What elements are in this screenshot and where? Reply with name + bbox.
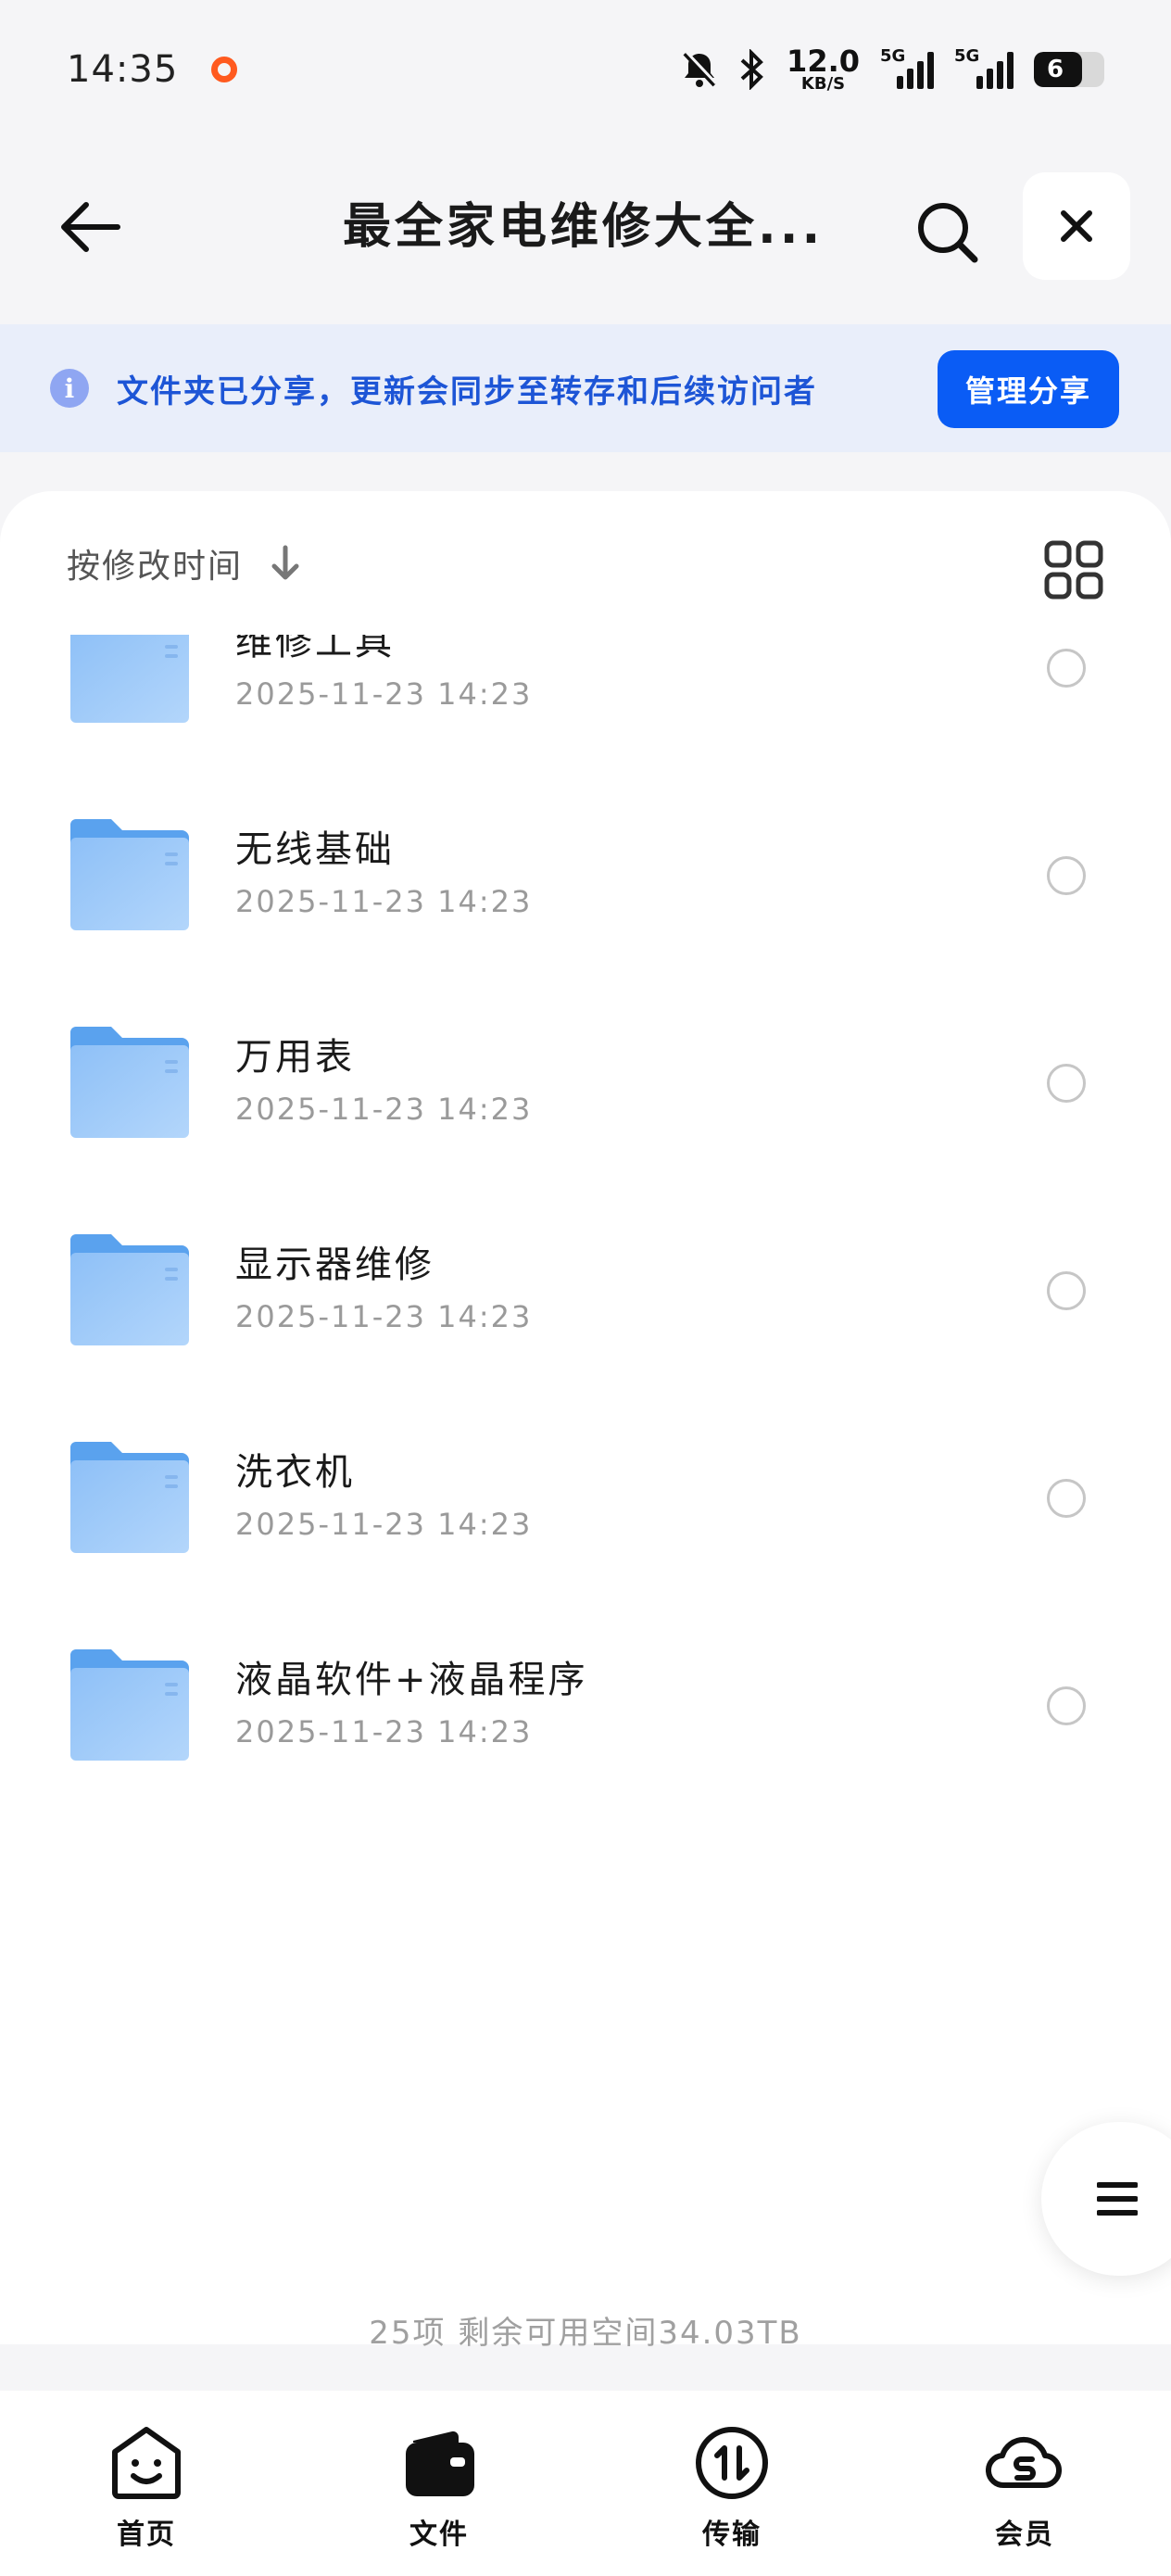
select-radio[interactable] [1047,856,1086,895]
battery-icon: 6 [1034,52,1104,87]
folder-icon [70,1649,189,1761]
signal-icon-sim2: 5G [954,46,1014,89]
sort-button[interactable]: 按修改时间 [67,539,302,587]
file-name: 维修工具 [235,635,395,663]
file-date: 2025-11-23 14:23 [235,676,533,712]
share-banner-text: 文件夹已分享，更新会同步至转存和后续访问者 [117,373,817,410]
file-row[interactable]: 万用表 2025-11-23 14:23 [0,962,1171,1169]
folder-icon [70,1442,189,1553]
mute-bell-icon [683,50,718,87]
select-radio[interactable] [1047,1064,1086,1103]
transfer-icon [696,2427,768,2499]
folder-icon [70,1234,189,1345]
search-icon [918,203,978,263]
nav-files[interactable]: 文件 [293,2391,586,2576]
menu-icon [1097,2182,1138,2216]
nav-transfer[interactable]: 传输 [586,2391,878,2576]
bottom-nav: 首页 文件 传输 会员 [0,2391,1171,2576]
select-radio[interactable] [1047,1271,1086,1310]
search-button[interactable] [910,195,984,269]
app-notification-icon [211,57,238,82]
file-list: 维修工具 2025-11-23 14:23 无线基础 2025-11-23 14… [0,635,1171,1784]
status-bar: 14:35 12.0 KB/S 5G 5G 6 [0,0,1171,139]
nav-label: 首页 [117,2519,176,2551]
file-date: 2025-11-23 14:23 [235,1092,533,1127]
info-icon: i [50,369,89,408]
file-name: 显示器维修 [235,1244,434,1286]
nav-label: 文件 [409,2519,469,2551]
file-row[interactable]: 液晶软件+液晶程序 2025-11-23 14:23 [0,1585,1171,1784]
file-name: 无线基础 [235,828,395,871]
nav-vip[interactable]: 会员 [878,2391,1171,2576]
storage-summary: 25项 剩余可用空间34.03TB [369,2315,802,2352]
status-icons: 12.0 KB/S 5G 5G 6 [681,46,1104,93]
nav-home[interactable]: 首页 [0,2391,293,2576]
page-title: 最全家电维修大全... [343,199,825,255]
home-smile-icon [112,2427,181,2499]
file-name: 洗衣机 [235,1451,355,1494]
select-radio[interactable] [1047,1686,1086,1725]
grid-view-icon[interactable] [1043,539,1104,600]
file-list-card: 按修改时间 维修工具 2025-11-23 14:23 无线基础 2025-11… [0,491,1171,2352]
file-name: 万用表 [235,1036,355,1079]
file-row[interactable]: 维修工具 2025-11-23 14:23 [0,635,1171,754]
signal-icon-sim1: 5G [880,46,934,89]
sort-label: 按修改时间 [67,548,244,586]
network-speed: 12.0 KB/S [787,46,860,93]
close-icon [1061,210,1092,242]
file-name: 液晶软件+液晶程序 [235,1659,588,1701]
wallet-file-icon [406,2431,474,2496]
file-date: 2025-11-23 14:23 [235,1714,533,1749]
select-radio[interactable] [1047,649,1086,688]
back-button[interactable] [52,195,126,259]
file-row[interactable]: 显示器维修 2025-11-23 14:23 [0,1169,1171,1377]
file-row[interactable]: 洗衣机 2025-11-23 14:23 [0,1377,1171,1585]
status-time: 14:35 [67,48,179,91]
manage-share-button[interactable]: 管理分享 [938,350,1119,428]
close-button[interactable] [1023,172,1130,280]
share-banner: i 文件夹已分享，更新会同步至转存和后续访问者 管理分享 [0,324,1171,452]
folder-icon [70,1027,189,1138]
vip-cloud-icon [986,2436,1062,2489]
nav-label: 传输 [702,2519,762,2551]
select-radio[interactable] [1047,1479,1086,1518]
net-speed-value: 12.0 [787,44,860,79]
bluetooth-icon [740,49,763,90]
battery-level: 6 [1047,56,1064,83]
signal-tag: 5G [880,46,906,66]
file-date: 2025-11-23 14:23 [235,1507,533,1542]
header: 最全家电维修大全... [0,167,1171,287]
file-date: 2025-11-23 14:23 [235,1299,533,1334]
net-speed-unit: KB/S [800,74,846,94]
folder-icon [70,819,189,930]
folder-icon [70,635,189,723]
arrow-left-icon [61,202,120,252]
signal-tag: 5G [954,46,980,66]
file-row[interactable]: 无线基础 2025-11-23 14:23 [0,754,1171,962]
arrow-down-icon [271,545,299,580]
file-date: 2025-11-23 14:23 [235,884,533,919]
nav-label: 会员 [995,2519,1054,2551]
